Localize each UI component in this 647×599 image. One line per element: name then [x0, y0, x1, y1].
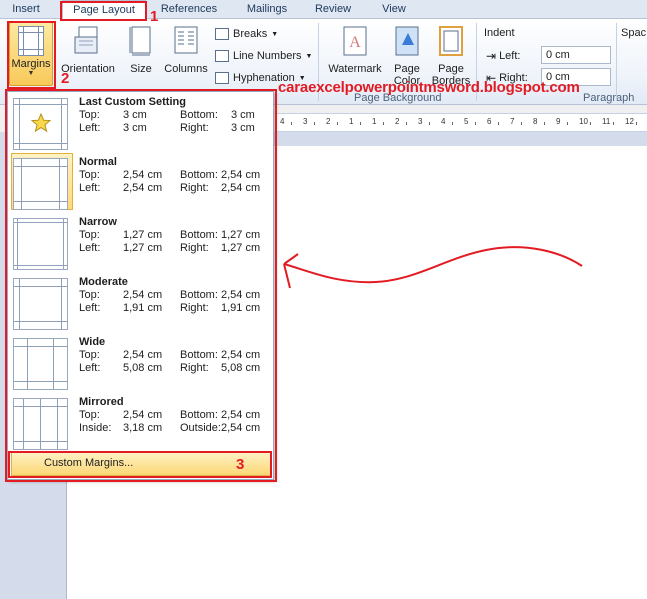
- tab-references[interactable]: References: [154, 0, 224, 19]
- breaks-arrow-icon: ▼: [271, 30, 279, 38]
- line-numbers-arrow-icon: ▼: [305, 52, 313, 60]
- ruler-number: 4: [280, 117, 285, 126]
- ruler-number: 8: [533, 117, 538, 126]
- ruler-number: 5: [464, 117, 469, 126]
- ruler-number: 12: [625, 117, 634, 126]
- annotation-step-1: 1: [150, 8, 159, 25]
- paragraph-group-label: Paragraph: [583, 92, 635, 104]
- ruler-number: 3: [303, 117, 308, 126]
- size-label: Size: [130, 63, 152, 75]
- breaks-icon: [215, 28, 229, 40]
- columns-label: Columns: [164, 63, 208, 75]
- ruler-tick: [498, 122, 499, 125]
- page-color-button[interactable]: Page Color: [388, 25, 426, 87]
- ruler-number: 1: [349, 117, 354, 126]
- indent-left-label: Left:: [499, 50, 521, 62]
- columns-button[interactable]: Columns: [162, 25, 210, 75]
- watermark-button[interactable]: A Watermark: [326, 25, 384, 75]
- size-icon: [129, 26, 151, 56]
- indent-group-title: Indent: [484, 27, 515, 39]
- annotation-box-dropdown: [5, 89, 277, 482]
- hyphenation-icon: [215, 72, 229, 84]
- ruler-tick: [567, 122, 568, 125]
- ruler-tick: [291, 122, 292, 125]
- annotation-box-custom-margins: [8, 451, 272, 478]
- tab-review[interactable]: Review: [308, 0, 358, 19]
- ruler-number: 9: [556, 117, 561, 126]
- ruler-tick: [452, 122, 453, 125]
- red-arrow-annotation: [283, 246, 583, 289]
- ruler-number: 11: [602, 117, 611, 126]
- ruler-tick: [383, 122, 384, 125]
- page-borders-button[interactable]: Page Borders: [430, 25, 472, 87]
- ruler-number: 2: [395, 117, 400, 126]
- ruler-tick: [314, 122, 315, 125]
- annotation-box-page-layout: [60, 1, 147, 21]
- ruler-number: 10: [579, 117, 588, 126]
- watermark-label: Watermark: [328, 63, 382, 75]
- ruler-number: 3: [418, 117, 423, 126]
- ruler-tick: [544, 122, 545, 125]
- ruler-number: 2: [326, 117, 331, 126]
- svg-text:A: A: [349, 34, 361, 51]
- page-borders-icon: [439, 26, 463, 56]
- blog-watermark: caraexcelpowerpointmsword.blogspot.com: [278, 79, 580, 96]
- ruler-tick: [429, 122, 430, 125]
- orientation-button[interactable]: Orientation: [56, 25, 120, 75]
- ruler-tick: [406, 122, 407, 125]
- ruler-number: 1: [372, 117, 377, 126]
- indent-left-row: ⇥ Left:: [486, 49, 520, 63]
- line-numbers-label: Line Numbers: [233, 50, 302, 62]
- orientation-icon: [74, 26, 98, 54]
- horizontal-ruler[interactable]: 4 3 2 1 1 2 3 4 5 6 7 8 9 10 11 12: [276, 113, 647, 132]
- line-numbers-icon: [215, 50, 229, 62]
- ruler-number: 7: [510, 117, 515, 126]
- ruler-number: 6: [487, 117, 492, 126]
- tab-mailings[interactable]: Mailings: [238, 0, 296, 19]
- group-separator: [616, 23, 617, 101]
- spacing-group-title: Spac: [621, 27, 647, 39]
- tab-insert[interactable]: Insert: [2, 0, 50, 19]
- ruler-tick: [475, 122, 476, 125]
- ruler-tick: [613, 122, 614, 125]
- size-button[interactable]: Size: [124, 25, 158, 75]
- annotation-step-3: 3: [236, 456, 245, 473]
- indent-left-icon: ⇥: [486, 49, 497, 63]
- tab-view[interactable]: View: [372, 0, 416, 19]
- ruler-tick: [590, 122, 591, 125]
- indent-left-input[interactable]: 0 cm: [541, 46, 611, 64]
- ruler-tick: [521, 122, 522, 125]
- page-color-icon: [395, 26, 419, 56]
- line-numbers-button[interactable]: Line Numbers ▼: [215, 47, 312, 65]
- ruler-tick: [337, 122, 338, 125]
- ruler-number: 4: [441, 117, 446, 126]
- annotation-step-2: 2: [61, 70, 70, 87]
- watermark-icon: A: [343, 26, 367, 56]
- breaks-label: Breaks: [233, 28, 268, 40]
- ruler-tick: [636, 122, 637, 125]
- annotation-box-margins: [7, 21, 56, 89]
- ruler-tick: [360, 122, 361, 125]
- columns-icon: [174, 26, 198, 54]
- breaks-button[interactable]: Breaks ▼: [215, 25, 278, 43]
